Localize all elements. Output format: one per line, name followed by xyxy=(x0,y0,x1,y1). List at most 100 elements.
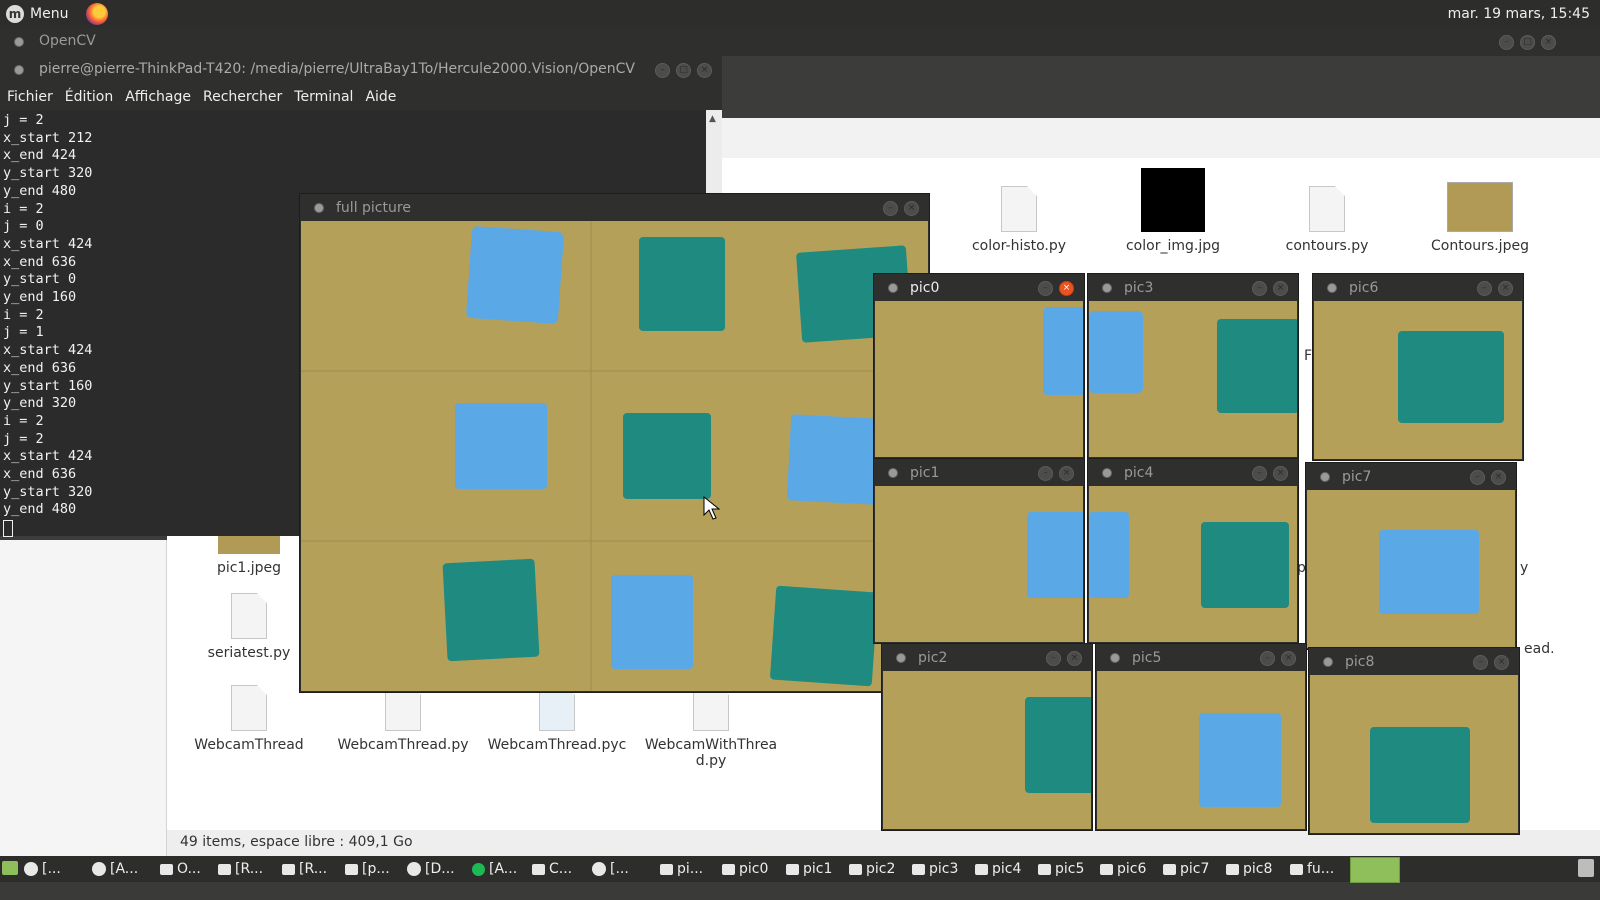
pic2-titlebar[interactable]: pic2 – × xyxy=(882,644,1092,671)
taskbar-item[interactable]: pic6 xyxy=(1100,860,1146,878)
close-icon[interactable]: × xyxy=(1059,281,1074,296)
pic8-titlebar[interactable]: pic8 – × xyxy=(1309,648,1519,675)
window-menu-icon[interactable] xyxy=(1327,282,1337,293)
file-item[interactable]: WebcamThread xyxy=(179,685,319,753)
window-menu-icon[interactable] xyxy=(14,65,24,75)
trash-icon[interactable] xyxy=(1578,859,1594,877)
taskbar-item[interactable]: pic8 xyxy=(1226,860,1272,878)
file-item[interactable]: contours.py xyxy=(1257,186,1397,254)
show-desktop-icon[interactable] xyxy=(2,861,18,875)
minimize-icon[interactable]: – xyxy=(1046,651,1061,666)
menu-rechercher[interactable]: Rechercher xyxy=(203,89,282,105)
pic0-titlebar[interactable]: pic0 – × xyxy=(874,274,1084,301)
file-item[interactable]: color_img.jpg xyxy=(1103,168,1243,254)
close-icon[interactable]: × xyxy=(1541,35,1556,50)
minimize-icon[interactable]: – xyxy=(1499,35,1514,50)
window-menu-icon[interactable] xyxy=(1320,471,1330,482)
pic5-titlebar[interactable]: pic5 – × xyxy=(1096,644,1306,671)
menu-edition[interactable]: Édition xyxy=(65,89,113,105)
file-item[interactable]: WebcamWithThread.py xyxy=(641,685,781,769)
menu-fichier[interactable]: Fichier xyxy=(7,89,53,105)
opencv-window-titlebar[interactable]: OpenCV – □ × xyxy=(0,28,1600,56)
file-label-fragment: F xyxy=(1304,348,1313,364)
taskbar-item[interactable]: C... xyxy=(532,860,572,878)
file-item[interactable]: seriatest.py xyxy=(179,593,319,661)
taskbar-item[interactable]: [D... xyxy=(407,860,455,878)
pic5-image xyxy=(1097,671,1305,829)
pic7-window: pic7 – × xyxy=(1306,463,1516,649)
taskbar-item[interactable]: O... xyxy=(160,860,201,878)
pic3-titlebar[interactable]: pic3 – × xyxy=(1088,274,1298,301)
window-menu-icon[interactable] xyxy=(888,467,898,478)
file-item[interactable]: Contours.jpeg xyxy=(1410,182,1550,254)
taskbar-item-label: [... xyxy=(610,861,629,877)
taskbar-item[interactable]: [A... xyxy=(92,860,138,878)
minimize-icon[interactable]: – xyxy=(883,201,898,216)
minimize-icon[interactable]: – xyxy=(1252,281,1267,296)
taskbar-item[interactable]: [... xyxy=(24,860,61,878)
window-menu-icon[interactable] xyxy=(1110,652,1120,663)
taskbar-item[interactable]: pic7 xyxy=(1163,860,1209,878)
pic6-titlebar[interactable]: pic6 – × xyxy=(1313,274,1523,301)
minimize-icon[interactable]: – xyxy=(655,63,670,78)
menu-affichage[interactable]: Affichage xyxy=(125,89,191,105)
minimize-icon[interactable]: – xyxy=(1470,470,1485,485)
taskbar-item[interactable]: [R... xyxy=(218,860,263,878)
window-menu-icon[interactable] xyxy=(1323,656,1333,667)
maximize-icon[interactable]: □ xyxy=(1520,35,1535,50)
taskbar-item[interactable]: pic5 xyxy=(1038,860,1084,878)
taskbar-item[interactable]: [R... xyxy=(282,860,327,878)
close-icon[interactable]: × xyxy=(1498,281,1513,296)
taskbar-item[interactable]: pic3 xyxy=(912,860,958,878)
close-icon[interactable]: × xyxy=(1059,466,1074,481)
taskbar-item[interactable]: [A... xyxy=(472,860,517,878)
close-icon[interactable]: × xyxy=(904,201,919,216)
pic7-titlebar[interactable]: pic7 – × xyxy=(1306,463,1516,490)
opencv-window-title: OpenCV xyxy=(39,33,96,49)
workspace-switcher[interactable] xyxy=(1350,857,1400,883)
taskbar-item[interactable]: fu... xyxy=(1290,860,1334,878)
status-text: 49 items, espace libre : 409,1 Go xyxy=(180,834,413,850)
close-icon[interactable]: × xyxy=(1494,655,1509,670)
window-menu-icon[interactable] xyxy=(896,652,906,663)
file-item[interactable]: WebcamThread.py xyxy=(333,685,473,753)
taskbar-item[interactable]: pic2 xyxy=(849,860,895,878)
file-item[interactable]: color-histo.py xyxy=(949,186,1089,254)
minimize-icon[interactable]: – xyxy=(1473,655,1488,670)
minimize-icon[interactable]: – xyxy=(1260,651,1275,666)
minimize-icon[interactable]: – xyxy=(1038,466,1053,481)
firefox-icon[interactable] xyxy=(86,3,109,25)
close-icon[interactable]: × xyxy=(1067,651,1082,666)
terminal-titlebar[interactable]: pierre@pierre-ThinkPad-T420: /media/pier… xyxy=(0,56,722,84)
window-menu-icon[interactable] xyxy=(1102,282,1112,293)
full-picture-titlebar[interactable]: full picture – × xyxy=(300,194,929,221)
minimize-icon[interactable]: – xyxy=(1477,281,1492,296)
taskbar-item[interactable]: [... xyxy=(592,860,629,878)
minimize-icon[interactable]: – xyxy=(1252,466,1267,481)
window-menu-icon[interactable] xyxy=(1102,467,1112,478)
close-icon[interactable]: × xyxy=(1273,466,1288,481)
pic1-titlebar[interactable]: pic1 – × xyxy=(874,459,1084,486)
taskbar-item[interactable]: pi... xyxy=(660,860,703,878)
pic6-window: pic6 – × xyxy=(1313,274,1523,460)
pic4-titlebar[interactable]: pic4 – × xyxy=(1088,459,1298,486)
window-menu-icon[interactable] xyxy=(14,37,24,47)
pic7-image xyxy=(1307,490,1515,648)
taskbar-item[interactable]: pic0 xyxy=(722,860,768,878)
taskbar-item[interactable]: pic1 xyxy=(786,860,832,878)
clock[interactable]: mar. 19 mars, 15:45 xyxy=(1448,6,1590,22)
window-menu-icon[interactable] xyxy=(888,282,898,293)
close-icon[interactable]: × xyxy=(1273,281,1288,296)
file-item[interactable]: WebcamThread.pyc xyxy=(487,685,627,753)
window-menu-icon[interactable] xyxy=(314,202,324,213)
minimize-icon[interactable]: – xyxy=(1038,281,1053,296)
maximize-icon[interactable]: □ xyxy=(676,63,691,78)
close-icon[interactable]: × xyxy=(697,63,712,78)
close-icon[interactable]: × xyxy=(1281,651,1296,666)
menu-aide[interactable]: Aide xyxy=(365,89,396,105)
menu-button[interactable]: m Menu xyxy=(6,3,109,25)
close-icon[interactable]: × xyxy=(1491,470,1506,485)
taskbar-item[interactable]: pic4 xyxy=(975,860,1021,878)
menu-terminal[interactable]: Terminal xyxy=(294,89,353,105)
taskbar-item[interactable]: [p... xyxy=(345,860,390,878)
